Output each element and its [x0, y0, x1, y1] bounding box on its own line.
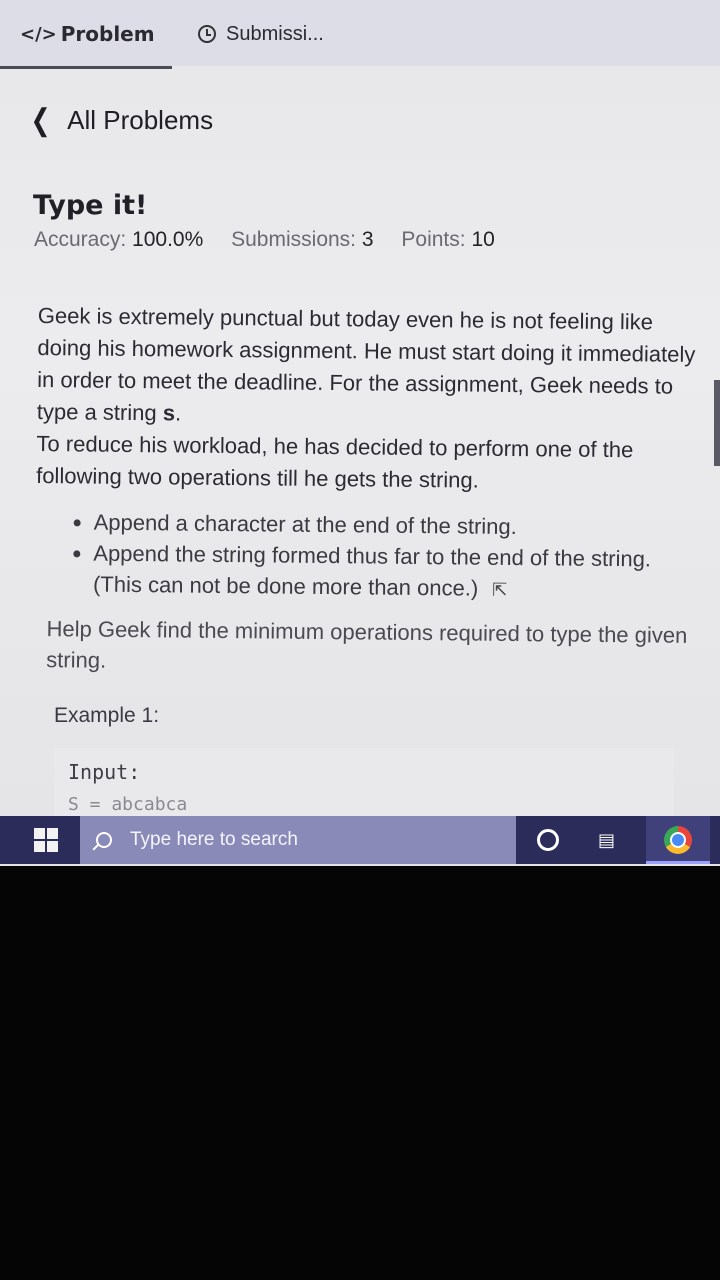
- example-input-value: S = abcabca: [68, 794, 188, 815]
- windows-taskbar: Type here to search ▤: [0, 816, 720, 864]
- tab-submissions-label: Submissi...: [226, 22, 324, 45]
- tab-bar: </> Problem Submissi...: [0, 0, 720, 66]
- chrome-taskbar-button[interactable]: [646, 816, 710, 864]
- windows-start-icon[interactable]: [34, 828, 58, 852]
- example-input-label: Input:: [68, 760, 141, 784]
- submissions-value: 3: [361, 228, 374, 251]
- search-icon: [96, 832, 112, 848]
- example-title: Example 1:: [54, 704, 160, 727]
- chevron-left-icon: ❮: [30, 103, 51, 137]
- browser-screen: </> Problem Submissi... ❮ All Problems T…: [0, 0, 720, 866]
- all-problems-label: All Problems: [67, 104, 214, 135]
- description-paragraph: Geek is extremely punctual but today eve…: [36, 302, 696, 426]
- tab-problem[interactable]: </> Problem: [20, 16, 155, 52]
- cortana-icon[interactable]: [537, 829, 559, 851]
- list-item: Append the string formed thus far to the…: [93, 538, 706, 608]
- help-text: Help Geek find the minimum operations re…: [46, 616, 688, 673]
- accuracy-label: Accuracy:: [34, 228, 127, 251]
- accuracy-value: 100.0%: [132, 228, 204, 251]
- submissions-label: Submissions:: [231, 228, 357, 251]
- code-icon: </>: [20, 23, 57, 45]
- problem-title: Type it!: [33, 190, 148, 221]
- task-view-icon[interactable]: ▤: [598, 830, 622, 852]
- problem-stats: Accuracy: 100.0% Submissions: 3 Points: …: [34, 228, 495, 252]
- clock-icon: [198, 25, 216, 43]
- string-variable: s: [162, 400, 176, 426]
- all-problems-link[interactable]: ❮ All Problems: [28, 100, 214, 140]
- chrome-icon: [664, 826, 692, 854]
- description-paragraph-2: To reduce his workload, he has decided t…: [36, 430, 634, 493]
- scrollbar-thumb[interactable]: [714, 380, 720, 466]
- search-placeholder: Type here to search: [130, 829, 298, 850]
- problem-description: Geek is extremely punctual but today eve…: [34, 300, 708, 682]
- points-value: 10: [471, 228, 495, 251]
- operations-list: Append a character at the end of the str…: [35, 506, 706, 608]
- tab-problem-label: Problem: [60, 22, 155, 46]
- active-tab-indicator: [0, 66, 172, 69]
- mouse-cursor-icon: ⇱: [492, 579, 508, 600]
- tab-submissions[interactable]: Submissi...: [198, 16, 324, 52]
- taskbar-search-box[interactable]: Type here to search: [80, 816, 516, 864]
- points-label: Points:: [401, 228, 466, 251]
